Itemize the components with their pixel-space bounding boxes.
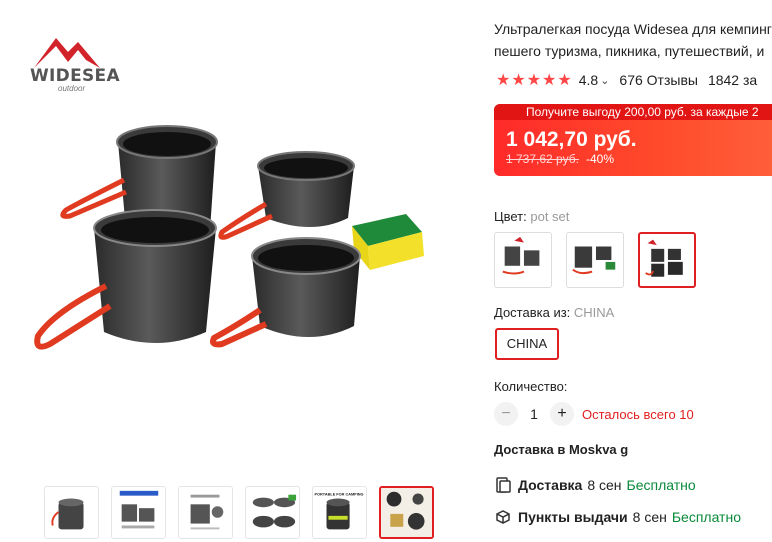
- delivery-location[interactable]: Доставка в Moskva g: [494, 442, 628, 457]
- reviews-link[interactable]: 676 Отзывы: [619, 72, 698, 88]
- thumbnail-2[interactable]: [111, 486, 166, 539]
- ship-from-china-option[interactable]: CHINA: [495, 328, 559, 360]
- quantity-minus-button[interactable]: −: [494, 402, 518, 426]
- price-block: Получите выгоду 200,00 руб. за каждые 2 …: [494, 104, 772, 176]
- ship-from-value: CHINA: [573, 305, 615, 320]
- document-icon: [496, 477, 511, 493]
- discount-badge: -40%: [586, 152, 615, 166]
- thumbnail-5-caption: PORTABLE FOR CAMPING: [314, 493, 363, 497]
- pickup-delivery-name: Пункты выдачи: [518, 509, 628, 525]
- quantity-stepper: − 1 + Осталось всего 10: [494, 402, 694, 426]
- product-title: Ультралегкая посуда Widesea для кемпинга…: [494, 18, 772, 62]
- rating-value[interactable]: 4.8: [579, 72, 598, 88]
- color-value: pot set: [530, 209, 570, 224]
- pickup-delivery-price: Бесплатно: [671, 509, 741, 525]
- sold-count: 1842 за: [707, 72, 758, 88]
- cookware-photo: [34, 125, 424, 350]
- courier-delivery-price: Бесплатно: [626, 477, 696, 493]
- promo-banner[interactable]: Получите выгоду 200,00 руб. за каждые 2: [494, 104, 772, 120]
- color-swatches: [494, 232, 696, 288]
- product-title-line-1: Ультралегкая посуда Widesea для кемпинга: [494, 21, 772, 37]
- color-label-text: Цвет:: [494, 209, 527, 224]
- thumbnail-4[interactable]: [245, 486, 300, 539]
- quantity-value[interactable]: 1: [518, 406, 550, 422]
- current-price: 1 042,70 руб.: [506, 128, 637, 151]
- pickup-delivery-eta: 8 сен: [632, 509, 667, 525]
- product-title-line-2: пешего туризма, пикника, путешествий, и: [494, 43, 765, 59]
- thumbnail-6[interactable]: [379, 486, 434, 539]
- quantity-label: Количество:: [494, 379, 568, 394]
- thumbnail-1[interactable]: [44, 486, 99, 539]
- ship-from-label: Доставка из: CHINA: [494, 305, 614, 320]
- rating-row: ★★★★★ 4.8 ⌄ 676 Отзывы 1842 за: [496, 70, 772, 90]
- courier-delivery-row[interactable]: Доставка 8 сен Бесплатно: [494, 476, 696, 494]
- stock-remaining: Осталось всего 10: [582, 406, 694, 422]
- pickup-point-icon: [496, 510, 510, 524]
- old-price: 1 737,62 руб.: [506, 152, 579, 166]
- brand-tagline: outdoor: [58, 84, 86, 93]
- color-swatch-1[interactable]: [494, 232, 552, 288]
- main-product-image[interactable]: [14, 100, 466, 470]
- brand-name: WIDESEA: [30, 66, 120, 86]
- color-label: Цвет: pot set: [494, 209, 569, 224]
- pickup-delivery-row[interactable]: Пункты выдачи 8 сен Бесплатно: [494, 508, 741, 526]
- thumbnail-5[interactable]: PORTABLE FOR CAMPING: [312, 486, 367, 539]
- quantity-plus-button[interactable]: +: [550, 402, 574, 426]
- ship-from-label-text: Доставка из:: [494, 305, 571, 320]
- color-swatch-2[interactable]: [566, 232, 624, 288]
- thumbnail-3[interactable]: [178, 486, 233, 539]
- courier-delivery-name: Доставка: [518, 477, 583, 493]
- chevron-down-icon[interactable]: ⌄: [600, 74, 609, 87]
- thumbnail-strip: PORTABLE FOR CAMPING: [44, 486, 434, 539]
- courier-delivery-eta: 8 сен: [587, 477, 622, 493]
- color-swatch-3[interactable]: [638, 232, 696, 288]
- star-rating-icon: ★★★★★: [496, 72, 573, 89]
